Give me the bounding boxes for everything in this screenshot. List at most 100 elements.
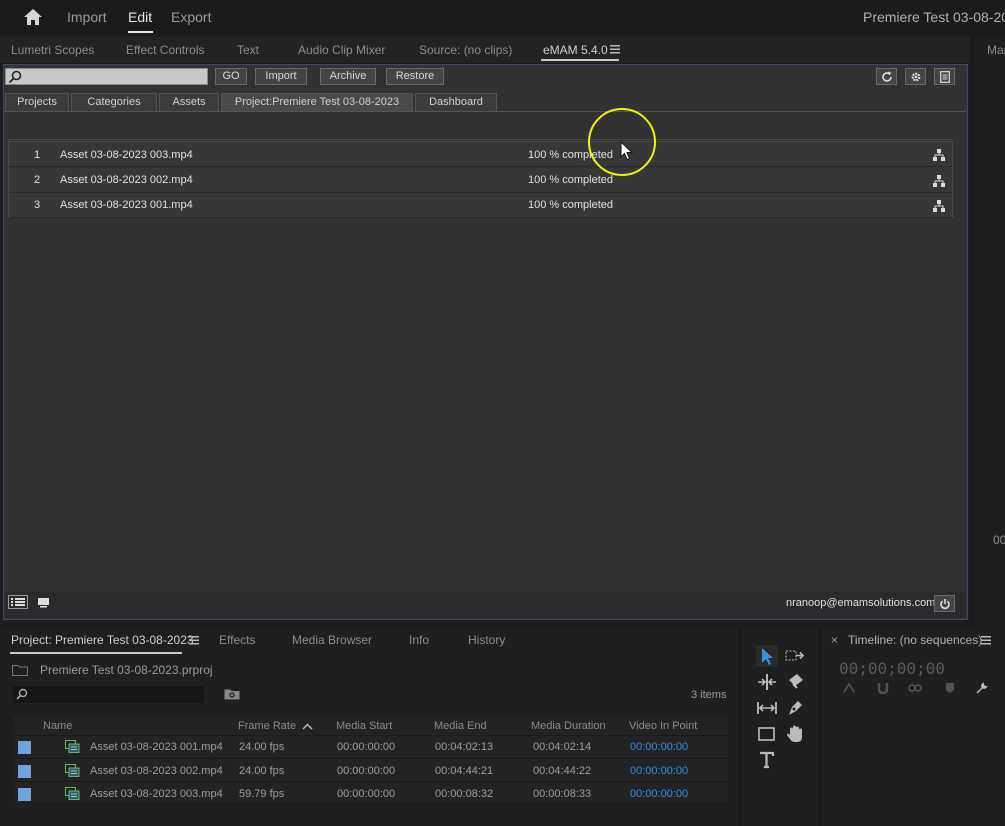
hierarchy-icon[interactable]	[932, 148, 946, 162]
sort-ascending-icon[interactable]	[302, 723, 313, 730]
subtab-categories[interactable]: Categories	[71, 93, 157, 111]
tab-info[interactable]: Info	[409, 633, 429, 647]
refresh-button[interactable]	[876, 68, 897, 85]
rectangle-tool-icon[interactable]	[756, 723, 778, 745]
clip-media-start: 00:00:00:00	[337, 741, 396, 753]
tab-lumetri-scopes[interactable]: Lumetri Scopes	[11, 43, 94, 57]
track-select-tool-icon[interactable]	[784, 645, 806, 667]
clip-video-in-point[interactable]: 00:00:00:00	[630, 741, 688, 753]
logout-button[interactable]	[934, 595, 955, 612]
subtab-assets[interactable]: Assets	[159, 93, 219, 111]
import-button[interactable]: Import	[255, 68, 307, 85]
col-media-end[interactable]: Media End	[434, 720, 487, 732]
clip-media-end: 00:04:44:21	[435, 765, 494, 777]
go-button[interactable]: GO	[215, 68, 247, 85]
col-media-duration[interactable]: Media Duration	[531, 720, 606, 732]
clip-name: Asset 03-08-2023 001.mp4	[90, 741, 223, 753]
nest-sequence-icon[interactable]	[842, 682, 856, 694]
new-search-bin-icon[interactable]	[224, 688, 240, 700]
project-title: Premiere Test 03-08-2023	[863, 9, 1005, 25]
gear-icon	[910, 71, 922, 83]
asset-name: Asset 03-08-2023 002.mp4	[60, 174, 193, 186]
add-marker-icon[interactable]	[944, 682, 956, 694]
linked-selection-icon[interactable]	[908, 682, 922, 694]
table-row[interactable]: 3 Asset 03-08-2023 001.mp4 100 % complet…	[9, 193, 952, 218]
settings-button[interactable]	[905, 68, 926, 85]
tab-effect-controls[interactable]: Effect Controls	[126, 43, 204, 57]
clip-label-checkbox[interactable]	[18, 741, 31, 754]
active-nav-underline	[128, 31, 153, 33]
panel-menu-icon[interactable]	[610, 45, 620, 54]
tab-history[interactable]: History	[468, 633, 505, 647]
razor-tool-icon[interactable]	[784, 671, 806, 693]
pen-tool-icon[interactable]	[784, 697, 806, 719]
clip-frame-rate: 24.00 fps	[239, 741, 285, 753]
wrench-icon[interactable]	[975, 681, 989, 695]
timeline-timecode[interactable]: 00;00;00;00	[839, 659, 945, 678]
panel-menu-icon[interactable]	[981, 636, 991, 645]
sequence-clip-icon	[65, 740, 80, 753]
log-button[interactable]	[934, 68, 955, 85]
row-number: 3	[34, 199, 41, 211]
close-icon[interactable]: ×	[831, 633, 838, 647]
clip-label-checkbox[interactable]	[18, 765, 31, 778]
clip-media-end: 00:04:02:13	[435, 741, 494, 753]
right-panel-timecode: 00	[993, 533, 1005, 547]
col-video-in-point[interactable]: Video In Point	[629, 720, 697, 732]
clip-label-checkbox[interactable]	[18, 788, 31, 801]
hierarchy-icon[interactable]	[932, 199, 946, 213]
refresh-icon	[881, 71, 893, 83]
table-row[interactable]: 1 Asset 03-08-2023 003.mp4 100 % complet…	[9, 142, 952, 167]
type-tool-icon[interactable]	[756, 749, 778, 771]
clip-video-in-point[interactable]: 00:00:00:00	[630, 788, 688, 800]
tab-project[interactable]: Project: Premiere Test 03-08-2023	[11, 633, 194, 647]
hand-tool-icon[interactable]	[784, 723, 806, 745]
row-number: 2	[34, 174, 41, 186]
asset-status: 100 % completed	[528, 174, 613, 186]
ripple-edit-tool-icon[interactable]	[756, 671, 778, 693]
tools-panel	[740, 628, 818, 826]
monitor-icon[interactable]	[37, 597, 50, 608]
nav-import[interactable]: Import	[67, 9, 107, 25]
search-icon	[8, 70, 22, 84]
hierarchy-icon[interactable]	[932, 174, 946, 188]
nav-edit[interactable]: Edit	[128, 9, 152, 25]
subtab-divider	[4, 111, 966, 112]
tab-media-browser[interactable]: Media Browser	[292, 633, 372, 647]
snap-magnet-icon[interactable]	[876, 682, 890, 694]
tab-effects[interactable]: Effects	[219, 633, 255, 647]
panel-menu-icon[interactable]	[189, 636, 199, 645]
subtab-projects[interactable]: Projects	[5, 93, 69, 111]
archive-button[interactable]: Archive	[320, 68, 376, 85]
slip-tool-icon[interactable]	[756, 697, 778, 719]
home-icon[interactable]	[23, 8, 43, 26]
tab-source[interactable]: Source: (no clips)	[419, 43, 512, 57]
emam-search-field[interactable]	[5, 68, 208, 85]
selection-tool-icon[interactable]	[756, 645, 778, 667]
sequence-clip-icon	[65, 787, 80, 800]
tab-emam[interactable]: eMAM 5.4.0	[543, 43, 608, 57]
col-media-start[interactable]: Media Start	[336, 720, 392, 732]
power-icon	[939, 598, 951, 610]
col-name[interactable]: Name	[43, 720, 72, 732]
document-icon	[940, 71, 950, 83]
restore-button[interactable]: Restore	[386, 68, 444, 85]
right-panel-tab[interactable]: Mar	[987, 43, 1005, 57]
table-row[interactable]: 2 Asset 03-08-2023 002.mp4 100 % complet…	[9, 168, 952, 193]
clip-media-duration: 00:04:02:14	[533, 741, 592, 753]
project-search-field[interactable]	[13, 686, 204, 703]
clip-media-duration: 00:00:08:33	[533, 788, 592, 800]
clip-video-in-point[interactable]: 00:00:00:00	[630, 765, 688, 777]
user-email: nranoop@emamsolutions.com	[786, 597, 936, 609]
subtab-project-premiere[interactable]: Project:Premiere Test 03-08-2023	[221, 93, 413, 111]
project-file-name: Premiere Test 03-08-2023.prproj	[40, 663, 213, 677]
tab-audio-clip-mixer[interactable]: Audio Clip Mixer	[298, 43, 385, 57]
clip-media-duration: 00:04:44:22	[533, 765, 592, 777]
active-tab-underline	[541, 59, 619, 61]
asset-name: Asset 03-08-2023 003.mp4	[60, 149, 193, 161]
subtab-dashboard[interactable]: Dashboard	[415, 93, 497, 111]
list-view-icon[interactable]	[8, 595, 28, 609]
tab-text[interactable]: Text	[237, 43, 259, 57]
nav-export[interactable]: Export	[171, 9, 211, 25]
col-frame-rate[interactable]: Frame Rate	[238, 720, 296, 732]
